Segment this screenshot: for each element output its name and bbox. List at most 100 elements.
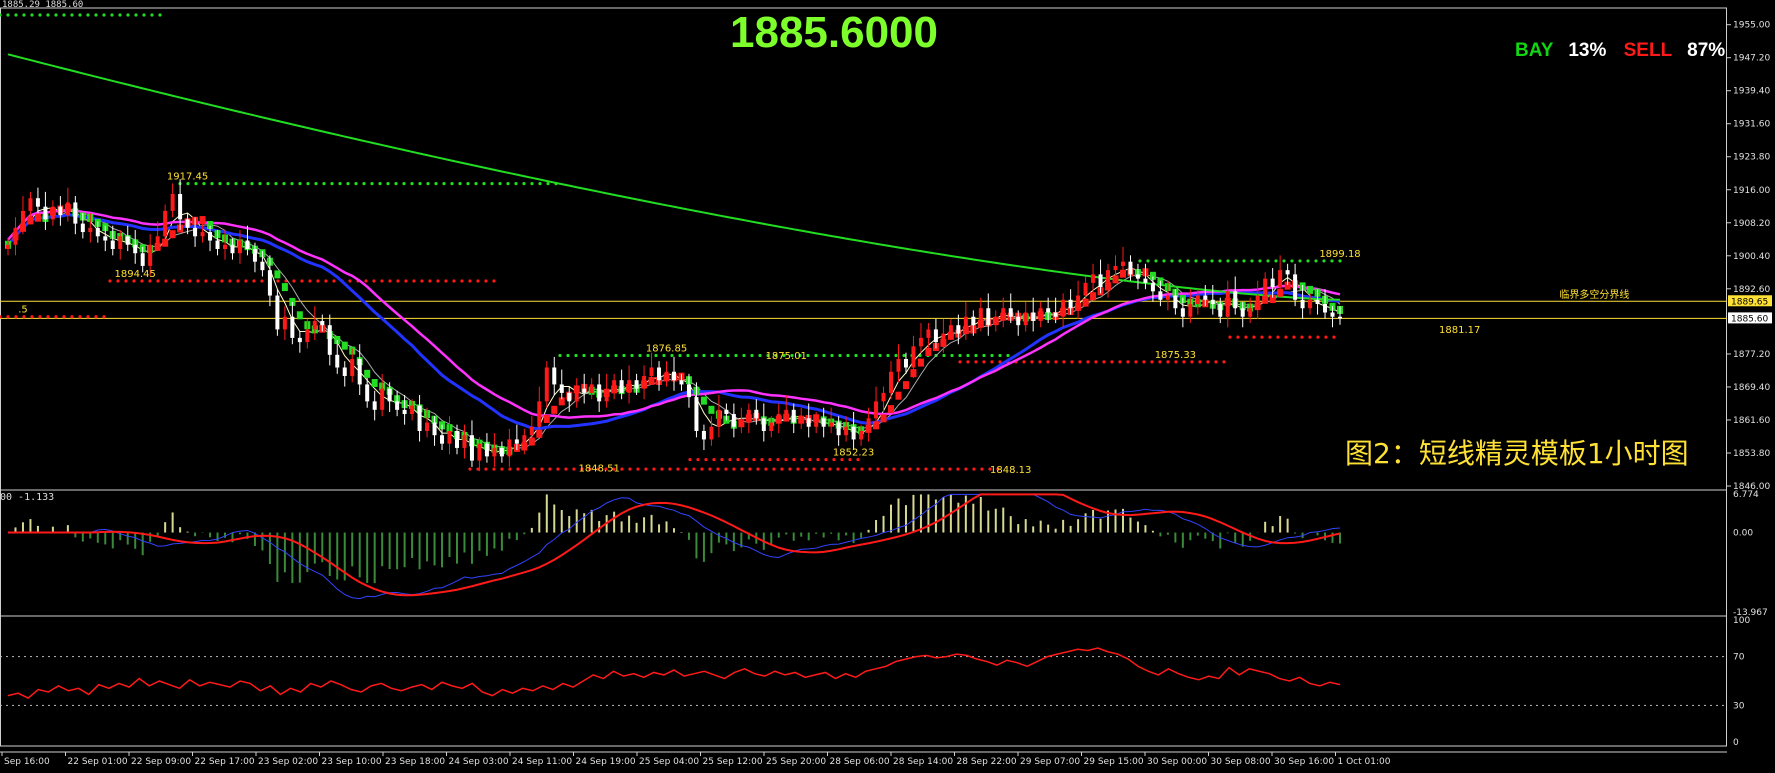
candle-body — [844, 426, 849, 436]
level-dot — [54, 13, 58, 17]
level-dot — [556, 467, 560, 471]
candle-body — [784, 409, 789, 415]
time-tick-label: 22 Sep 17:00 — [195, 757, 255, 767]
candle-body — [327, 325, 332, 355]
price-annotation: 1894.45 — [115, 269, 156, 280]
time-tick-label: 30 Sep 16:00 — [1274, 757, 1334, 767]
candle-body — [163, 210, 168, 237]
price-annotation: 1848.51 — [578, 463, 619, 474]
candle-body — [971, 316, 976, 326]
candle-body — [1338, 316, 1342, 319]
macd-line — [8, 493, 1341, 600]
level-dot — [242, 182, 246, 186]
candle-body — [903, 359, 908, 368]
price-tick-label: 1931.60 — [1733, 120, 1770, 130]
candle-body — [657, 367, 662, 381]
level-dot — [46, 315, 50, 319]
trend-block — [34, 213, 41, 222]
candle-body — [462, 435, 467, 448]
candle-body — [911, 346, 916, 368]
trend-block — [371, 379, 378, 388]
level-dot — [188, 279, 192, 283]
level-dot — [30, 315, 34, 319]
candle-body — [986, 308, 991, 326]
level-dot — [220, 279, 224, 283]
candle-body — [589, 384, 594, 393]
level-dot — [316, 279, 320, 283]
level-dot — [538, 182, 542, 186]
candle-body — [230, 244, 235, 254]
level-dot — [942, 353, 946, 358]
price-tick-label: 1861.60 — [1733, 416, 1770, 426]
candle-body — [1046, 308, 1051, 313]
level-dot — [6, 13, 10, 17]
trend-block — [1112, 275, 1119, 284]
candle-body — [889, 371, 894, 393]
level-dot — [546, 182, 550, 186]
candle-body — [664, 371, 669, 381]
level-dot — [466, 182, 470, 186]
level-dot — [820, 467, 824, 471]
level-dot — [1162, 259, 1166, 263]
level-dot — [734, 353, 738, 358]
rsi-tick-label: 100 — [1733, 616, 1750, 626]
level-dot — [1236, 335, 1240, 339]
candle-body — [724, 409, 729, 415]
level-dot — [492, 279, 496, 283]
candle-body — [267, 270, 272, 296]
candle-body — [297, 337, 302, 343]
level-dot — [540, 467, 544, 471]
level-dot — [370, 182, 374, 186]
trend-block — [880, 414, 887, 423]
price-annotation: 1917.45 — [167, 172, 208, 183]
candle-body — [552, 367, 557, 385]
level-dot — [228, 279, 232, 283]
trend-block — [700, 396, 707, 405]
level-dot — [732, 467, 736, 471]
candle-body — [335, 354, 340, 368]
level-dot — [426, 182, 430, 186]
level-dot — [490, 182, 494, 186]
candle-body — [1300, 299, 1305, 309]
level-dot — [0, 13, 2, 17]
level-dot — [460, 279, 464, 283]
level-dot — [402, 182, 406, 186]
price-tick-label: 1900.40 — [1733, 252, 1770, 262]
level-dot — [324, 279, 328, 283]
time-tick-label: 28 Sep 22:00 — [957, 757, 1017, 767]
candle-body — [1278, 270, 1283, 288]
candle-body — [1285, 270, 1290, 275]
candle-body — [1098, 274, 1103, 288]
level-dot — [522, 182, 526, 186]
candle-body — [140, 253, 145, 266]
candle-body — [155, 236, 160, 245]
level-dot — [298, 182, 302, 186]
trend-block — [169, 230, 176, 239]
macd-readout: 00 -1.133 — [0, 492, 55, 503]
level-dot — [1228, 335, 1232, 339]
level-dot — [606, 353, 610, 358]
level-dot — [1118, 360, 1122, 364]
level-dot — [428, 279, 432, 283]
ma-fast-line — [7, 207, 1341, 453]
candle-body — [88, 227, 93, 233]
price-tick-label: 1923.80 — [1733, 153, 1770, 163]
candle-body — [1091, 274, 1096, 283]
trend-block — [364, 369, 371, 378]
candle-body — [933, 329, 938, 343]
candle-body — [739, 422, 744, 427]
level-dot — [1260, 335, 1264, 339]
level-dot — [506, 182, 510, 186]
level-dot — [1206, 360, 1210, 364]
candle-body — [1150, 282, 1155, 292]
candle-body — [1135, 274, 1140, 279]
candle-body — [1248, 308, 1253, 317]
level-dot — [964, 467, 968, 471]
level-dot — [412, 279, 416, 283]
level-dot — [498, 182, 502, 186]
level-dot — [500, 467, 504, 471]
level-dot — [172, 279, 176, 283]
candle-body — [731, 414, 736, 427]
level-dot — [1298, 259, 1302, 263]
candle-body — [170, 193, 175, 211]
